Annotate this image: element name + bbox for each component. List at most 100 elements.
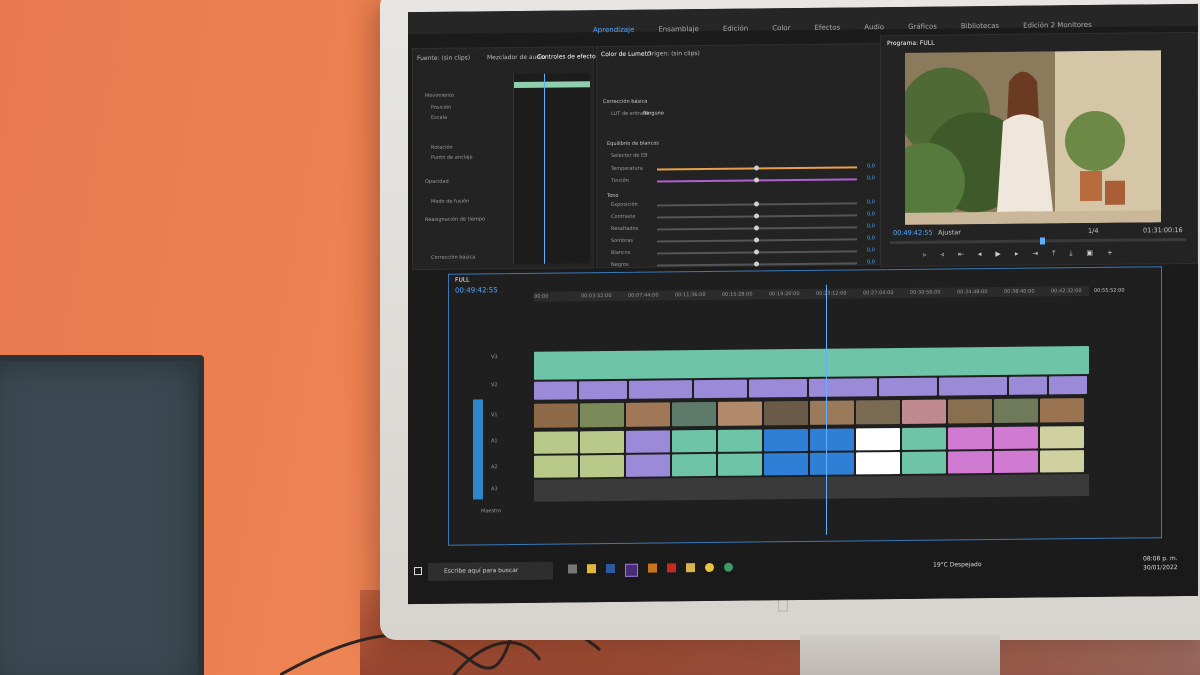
- clip-a1-audio[interactable]: [856, 427, 900, 451]
- premiere-icon[interactable]: [625, 563, 638, 577]
- clip-a1-audio[interactable]: [994, 426, 1038, 449]
- clip-a1-audio[interactable]: [1040, 426, 1084, 449]
- tab-color[interactable]: Color: [772, 24, 790, 32]
- export-frame-icon[interactable]: ▣: [1086, 249, 1093, 259]
- effect-correccion[interactable]: Corrección básica: [431, 254, 475, 260]
- folder-icon[interactable]: [686, 563, 695, 573]
- lumetri-knob-7[interactable]: [754, 261, 759, 267]
- lift-icon[interactable]: ⤒: [1052, 249, 1055, 259]
- clip-v1-video[interactable]: [718, 401, 762, 426]
- lumetri-value-2[interactable]: 0,0: [867, 199, 875, 205]
- clip-v2-title[interactable]: [694, 379, 747, 399]
- chrome-icon[interactable]: [705, 562, 714, 573]
- tab-ensamblaje[interactable]: Ensamblaje: [658, 25, 699, 33]
- timeline-tab[interactable]: FULL: [455, 276, 470, 283]
- clip-a2-audio[interactable]: [810, 452, 854, 475]
- clip-a1-audio[interactable]: [718, 429, 762, 452]
- lumetri-value-4[interactable]: 0,0: [867, 223, 875, 229]
- clip-a1-audio[interactable]: [810, 428, 854, 451]
- lut-value[interactable]: Ninguno: [643, 110, 664, 116]
- lumetri-knob-6[interactable]: [754, 249, 759, 255]
- clip-v3-music[interactable]: [534, 346, 1089, 380]
- effect-opacidad[interactable]: Opacidad: [425, 179, 449, 185]
- program-scale-select[interactable]: 1/4: [1088, 227, 1098, 235]
- tab-bibliotecas[interactable]: Bibliotecas: [961, 22, 999, 30]
- clip-v2-title[interactable]: [809, 378, 877, 397]
- program-fit-select[interactable]: Ajustar: [938, 228, 961, 236]
- program-title[interactable]: Programa: FULL: [887, 40, 934, 47]
- clip-a1-audio[interactable]: [672, 429, 716, 453]
- clip-v2-title[interactable]: [579, 380, 627, 400]
- taskbar-search[interactable]: Escribe aquí para buscar: [428, 561, 553, 581]
- clip-a1-audio[interactable]: [626, 430, 670, 453]
- lumetri-value-1[interactable]: 0,0: [867, 175, 875, 181]
- clip-v1-video[interactable]: [580, 402, 624, 428]
- lumetri-knob-3[interactable]: [754, 213, 759, 219]
- clip-v2-title[interactable]: [879, 377, 937, 397]
- track-v1[interactable]: V1: [491, 412, 498, 418]
- track-v3[interactable]: V3: [491, 354, 498, 360]
- program-scrub-knob[interactable]: [1040, 237, 1045, 245]
- clip-v1-video[interactable]: [1040, 398, 1084, 423]
- track-target-a1[interactable]: [473, 399, 483, 500]
- taskbar-date[interactable]: 30/01/2022: [1143, 564, 1178, 571]
- taskbar-time[interactable]: 08:08 p. m.: [1143, 555, 1178, 562]
- clip-a2-audio[interactable]: [902, 451, 946, 474]
- clip-a2-audio[interactable]: [580, 454, 624, 478]
- track-a1[interactable]: A1: [491, 438, 498, 444]
- add-button-icon[interactable]: +: [1107, 249, 1113, 259]
- clip-v2-title[interactable]: [749, 378, 807, 398]
- clip-a1-audio[interactable]: [948, 427, 992, 450]
- clip-v2-title[interactable]: [534, 381, 577, 400]
- clip-a2-audio[interactable]: [856, 451, 900, 475]
- tab-aprendizaje[interactable]: Aprendizaje: [593, 26, 634, 34]
- clip-v1-video[interactable]: [994, 398, 1038, 423]
- file-explorer-icon[interactable]: [587, 564, 596, 574]
- clip-v2-title[interactable]: [1009, 376, 1047, 395]
- clip-v1-video[interactable]: [672, 401, 716, 427]
- go-to-in-icon[interactable]: ⇤: [958, 250, 964, 260]
- clip-v1-video[interactable]: [902, 399, 946, 424]
- clip-a1-audio[interactable]: [580, 430, 624, 454]
- photoshop-icon[interactable]: [606, 563, 615, 574]
- effect-modo-fusion[interactable]: Modo de fusión: [431, 198, 469, 204]
- windows-start-icon[interactable]: [414, 566, 422, 576]
- mark-out-icon[interactable]: ◃: [941, 251, 945, 261]
- weather-widget[interactable]: 19°C Despejado: [933, 561, 982, 569]
- clip-v2-title[interactable]: [629, 380, 692, 399]
- lumetri-knob-1[interactable]: [754, 177, 759, 183]
- lumetri-value-6[interactable]: 0,0: [867, 247, 875, 253]
- clip-a2-audio[interactable]: [534, 455, 578, 478]
- lumetri-knob-2[interactable]: [754, 201, 759, 207]
- clip-a2-audio[interactable]: [718, 453, 762, 476]
- clip-v1-video[interactable]: [626, 402, 670, 427]
- task-view-icon[interactable]: [568, 564, 577, 574]
- tab-audio[interactable]: Audio: [864, 23, 884, 31]
- clip-v1-video[interactable]: [534, 403, 578, 428]
- acrobat-icon[interactable]: [667, 563, 676, 573]
- lumetri-value-3[interactable]: 0,0: [867, 211, 875, 217]
- clip-a2-audio[interactable]: [764, 452, 808, 476]
- clip-a1-audio[interactable]: [534, 431, 578, 454]
- lumetri-section[interactable]: Corrección básica: [603, 99, 647, 105]
- lumetri-value-0[interactable]: 0,0: [867, 163, 875, 169]
- clip-a2-audio[interactable]: [994, 450, 1038, 473]
- lumetri-source-tab[interactable]: Origen: (sin clips): [647, 50, 700, 58]
- lumetri-title[interactable]: Color de Lumetri: [601, 51, 651, 59]
- clip-v1-video[interactable]: [810, 400, 854, 425]
- clip-a2-audio[interactable]: [1040, 450, 1084, 473]
- clip-v2-title[interactable]: [939, 376, 1007, 396]
- effect-rotacion[interactable]: Rotación: [431, 145, 453, 151]
- lumetri-knob-0[interactable]: [754, 165, 759, 171]
- effect-escala[interactable]: Escala: [431, 115, 447, 121]
- clip-v1-video[interactable]: [856, 399, 900, 425]
- clip-a2-audio[interactable]: [948, 451, 992, 474]
- illustrator-icon[interactable]: [648, 563, 657, 573]
- effect-posicion[interactable]: Posición: [431, 105, 451, 111]
- browser-icon[interactable]: [724, 562, 733, 572]
- clip-v2-title[interactable]: [1049, 376, 1087, 395]
- effect-anclaje[interactable]: Punto de anclaje: [431, 154, 473, 160]
- track-a2[interactable]: A2: [491, 464, 498, 470]
- track-v2[interactable]: V2: [491, 382, 498, 388]
- step-back-icon[interactable]: ◂: [978, 250, 982, 260]
